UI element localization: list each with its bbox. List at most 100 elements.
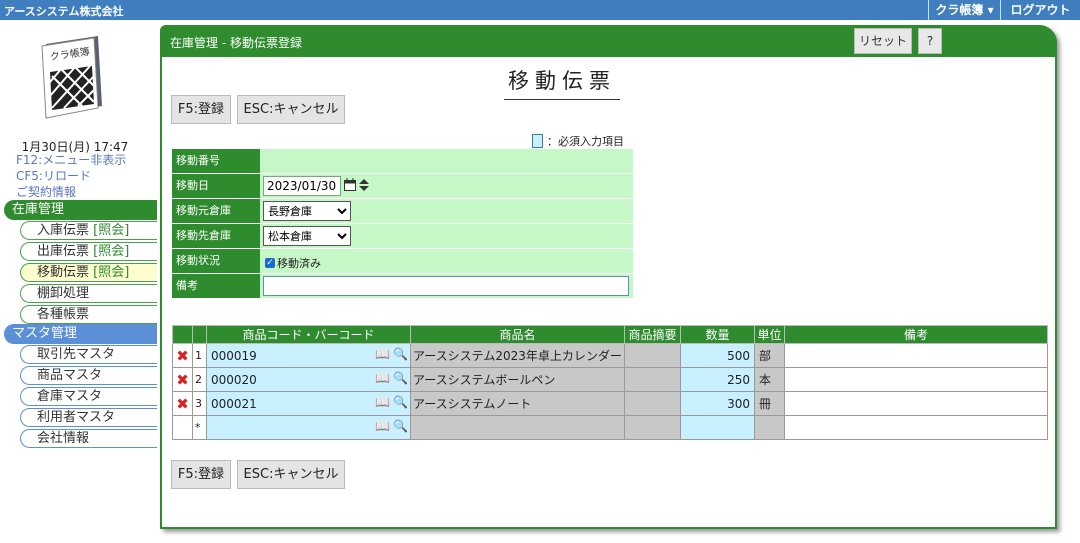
- row-memo-cell[interactable]: [784, 367, 1048, 392]
- save-button-top[interactable]: F5:登録: [171, 95, 231, 124]
- calendar-icon[interactable]: [344, 178, 356, 191]
- help-button[interactable]: ?: [918, 28, 942, 54]
- unit-cell: 本: [754, 367, 785, 392]
- company-name: アースシステム株式会社: [4, 5, 124, 18]
- reset-button[interactable]: リセット: [854, 28, 912, 54]
- unit-cell: 部: [754, 343, 785, 368]
- reload-link[interactable]: CF5:リロード: [16, 167, 91, 184]
- from-warehouse-row: 移動元倉庫 長野倉庫: [172, 199, 633, 224]
- sidebar-item-shipping-slip[interactable]: 出庫伝票 [照会]: [20, 242, 157, 261]
- search-icon[interactable]: 🔍: [393, 395, 408, 409]
- save-button-bottom[interactable]: F5:登録: [171, 460, 231, 489]
- required-swatch: [532, 134, 543, 148]
- delete-row-icon[interactable]: ✖: [172, 391, 193, 416]
- row-memo-cell[interactable]: [784, 415, 1048, 440]
- row-memo-cell[interactable]: [784, 391, 1048, 416]
- grid-header-unit: 単位: [754, 325, 785, 344]
- moved-checkbox-label: 移動済み: [277, 257, 321, 270]
- row-number: 2: [192, 367, 207, 392]
- date-spinner-icon[interactable]: [358, 178, 370, 192]
- search-icon[interactable]: 🔍: [393, 419, 408, 433]
- sidebar-item-receiving-slip[interactable]: 入庫伝票 [照会]: [20, 221, 157, 240]
- quantity-cell[interactable]: 250: [680, 367, 755, 392]
- panel-header: 在庫管理 - 移動伝票登録 リセット ?: [160, 25, 1057, 57]
- product-summary: [624, 415, 681, 440]
- book-icon[interactable]: 📖: [375, 419, 390, 433]
- book-icon[interactable]: 📖: [375, 395, 390, 409]
- grid-header-quantity: 数量: [680, 325, 755, 344]
- quantity-cell[interactable]: 500: [680, 343, 755, 368]
- move-number-label: 移動番号: [172, 149, 260, 173]
- document-title: 移動伝票: [504, 65, 620, 100]
- move-date-input[interactable]: [263, 176, 341, 196]
- top-menu: クラ帳簿 ▾ ログアウト: [928, 0, 1080, 20]
- unit-cell: [754, 415, 785, 440]
- check-icon: ✓: [265, 258, 275, 268]
- delete-row-icon[interactable]: ✖: [172, 367, 193, 392]
- inventory-section-header[interactable]: 在庫管理: [4, 200, 157, 220]
- product-name: アースシステムボールペン: [410, 367, 625, 392]
- app-logo: クラ帳簿: [41, 36, 102, 119]
- quantity-cell[interactable]: 300: [680, 391, 755, 416]
- table-row: ✖ 3 000021 📖 🔍 アースシステムノート 300 冊: [172, 391, 1048, 416]
- table-row: ✖ 2 000020 📖 🔍 アースシステムボールペン 250 本: [172, 367, 1048, 392]
- slip-form: 移動番号 移動日 移動元倉庫 長野倉庫: [172, 149, 633, 299]
- product-code: 000020: [211, 372, 257, 387]
- product-code-cell[interactable]: 000021 📖 🔍: [206, 391, 411, 416]
- quantity-cell[interactable]: [680, 415, 755, 440]
- sidebar-item-company-info[interactable]: 会社情報: [20, 429, 157, 448]
- moved-checkbox[interactable]: ✓ 移動済み: [265, 255, 321, 271]
- sidebar-item-stocktaking[interactable]: 棚卸処理: [20, 284, 157, 303]
- top-bar: アースシステム株式会社 クラ帳簿 ▾ ログアウト: [0, 0, 1080, 20]
- sidebar-item-product-master[interactable]: 商品マスタ: [20, 366, 157, 385]
- sidebar-item-warehouse-master[interactable]: 倉庫マスタ: [20, 387, 157, 406]
- shipping-slip-ref-link[interactable]: [照会]: [93, 244, 129, 259]
- product-name: アースシステムノート: [410, 391, 625, 416]
- grid-header-summary: 商品摘要: [624, 325, 681, 344]
- book-icon[interactable]: 📖: [375, 371, 390, 385]
- cancel-button-top[interactable]: ESC:キャンセル: [237, 95, 345, 124]
- grid-header-row: 商品コード・バーコード 商品名 商品摘要 数量 単位 備考: [172, 325, 1048, 344]
- app-menu-button[interactable]: クラ帳簿 ▾: [928, 0, 1000, 20]
- grid-header-memo: 備考: [784, 325, 1048, 344]
- contract-info-link[interactable]: ご契約情報: [16, 183, 76, 200]
- new-row-marker: *: [192, 415, 207, 440]
- sidebar-item-transfer-slip[interactable]: 移動伝票 [照会]: [20, 263, 157, 282]
- transfer-slip-ref-link[interactable]: [照会]: [93, 265, 129, 280]
- move-status-label: 移動状況: [172, 249, 260, 273]
- grid-header-number: [192, 325, 207, 344]
- to-warehouse-row: 移動先倉庫 松本倉庫: [172, 224, 633, 249]
- new-row-delete-cell: [172, 415, 193, 440]
- hide-menu-link[interactable]: F12:メニュー非表示: [16, 151, 126, 168]
- memo-input[interactable]: [263, 276, 629, 296]
- from-warehouse-label: 移動元倉庫: [172, 199, 260, 223]
- product-name: [410, 415, 625, 440]
- to-warehouse-select[interactable]: 松本倉庫: [263, 226, 351, 246]
- product-code-cell[interactable]: 📖 🔍: [206, 415, 411, 440]
- receiving-slip-ref-link[interactable]: [照会]: [93, 223, 129, 238]
- product-code: 000019: [211, 348, 257, 363]
- sidebar-item-partner-master[interactable]: 取引先マスタ: [20, 345, 157, 364]
- sidebar: クラ帳簿 1月30日(月) 17:47 F12:メニュー非表示 CF5:リロード…: [0, 20, 158, 543]
- logout-button[interactable]: ログアウト: [1000, 0, 1080, 20]
- book-icon[interactable]: 📖: [375, 347, 390, 361]
- search-icon[interactable]: 🔍: [393, 347, 408, 361]
- sidebar-item-reports[interactable]: 各種帳票: [20, 305, 157, 324]
- grid-header-code: 商品コード・バーコード: [206, 325, 411, 344]
- product-code-cell[interactable]: 000020 📖 🔍: [206, 367, 411, 392]
- move-date-label: 移動日: [172, 174, 260, 198]
- search-icon[interactable]: 🔍: [393, 371, 408, 385]
- cancel-button-bottom[interactable]: ESC:キャンセル: [237, 460, 345, 489]
- product-name: アースシステム2023年卓上カレンダー: [410, 343, 625, 368]
- row-memo-cell[interactable]: [784, 343, 1048, 368]
- master-section-header[interactable]: マスタ管理: [4, 324, 157, 344]
- row-number: 3: [192, 391, 207, 416]
- grid-header-name: 商品名: [410, 325, 625, 344]
- required-legend-text: ：必須入力項目: [547, 135, 624, 148]
- product-code-cell[interactable]: 000019 📖 🔍: [206, 343, 411, 368]
- sidebar-item-user-master[interactable]: 利用者マスタ: [20, 408, 157, 427]
- delete-row-icon[interactable]: ✖: [172, 343, 193, 368]
- required-legend: ：必須入力項目: [532, 133, 624, 149]
- move-number-row: 移動番号: [172, 149, 633, 174]
- from-warehouse-select[interactable]: 長野倉庫: [263, 201, 351, 221]
